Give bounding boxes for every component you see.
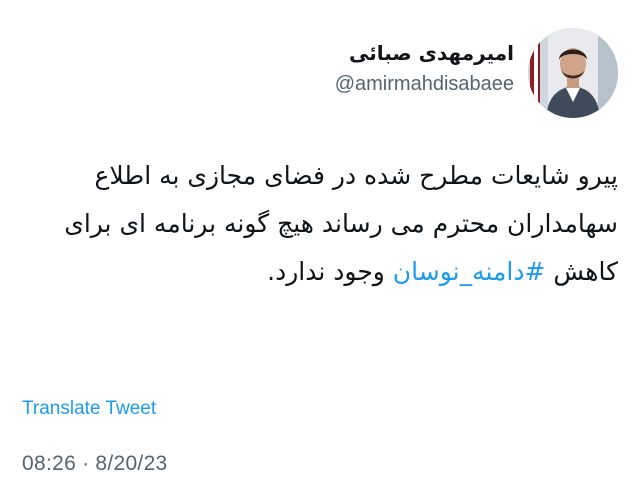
tweet-timestamp[interactable]: 08:26 · 8/20/23 [22,452,168,476]
tweet-card: امیرمهدی صبائی @amirmahdisabaee پیرو شای… [0,0,640,490]
tweet-text-part-2: وجود ندارد. [267,257,393,286]
hashtag-link[interactable]: #دامنه_نوسان [393,257,546,286]
tweet-date: 8/20/23 [95,452,168,475]
tweet-text: پیرو شایعات مطرح شده در فضای مجازی به اط… [22,152,618,296]
translate-tweet-link[interactable]: Translate Tweet [22,398,156,420]
tweet-time: 08:26 [22,452,77,475]
tweet-header: امیرمهدی صبائی @amirmahdisabaee [18,28,618,120]
avatar[interactable] [528,28,618,118]
author-display-name[interactable]: امیرمهدی صبائی [335,40,514,66]
timestamp-separator: · [82,452,90,475]
author-names: امیرمهدی صبائی @amirmahdisabaee [335,40,514,96]
author-handle[interactable]: @amirmahdisabaee [335,72,514,96]
